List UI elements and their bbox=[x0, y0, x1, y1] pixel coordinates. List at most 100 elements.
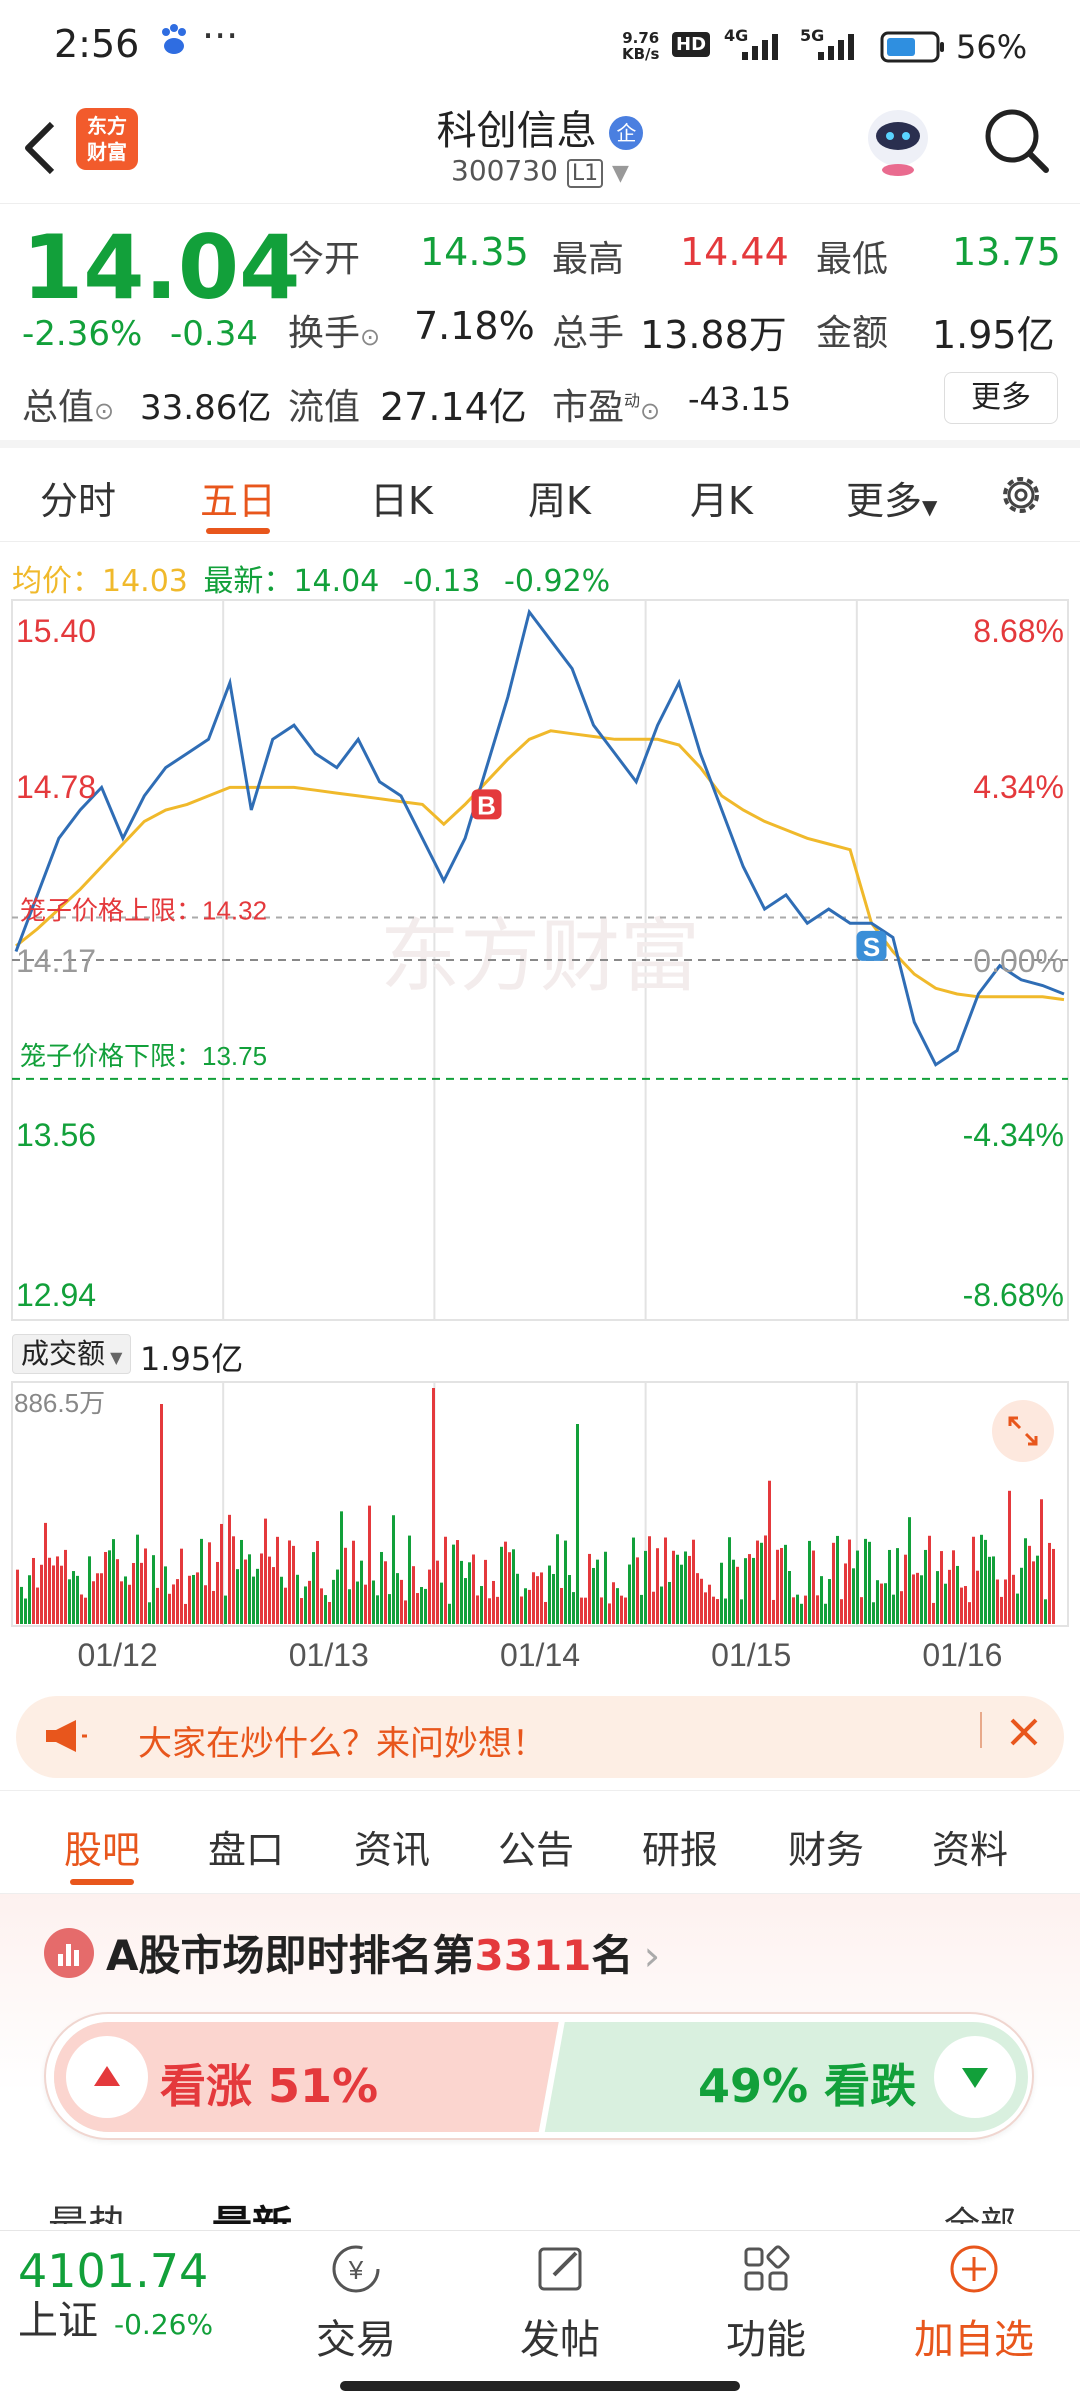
stock-name: 科创信息 bbox=[436, 108, 597, 154]
turnover-value: 7.18% bbox=[414, 304, 535, 348]
y-tick-right: -8.68% bbox=[963, 1277, 1064, 1313]
volume-bar bbox=[600, 1597, 603, 1624]
tab-research[interactable]: 研报 bbox=[642, 1819, 718, 1874]
volume-bar bbox=[468, 1562, 471, 1624]
megaphone-icon bbox=[42, 1716, 88, 1760]
volume-bar bbox=[636, 1557, 639, 1624]
subtab-hot[interactable]: 最热 bbox=[48, 2202, 128, 2224]
volume-selector[interactable]: 成交额 ▼ bbox=[12, 1334, 132, 1374]
five-day-chart[interactable]: 均价：14.03 最新：14.04 -0.13 -0.92% 东方财富 BS 1… bbox=[0, 544, 1080, 1684]
more-button[interactable]: 更多 bbox=[944, 372, 1058, 424]
volume-bar bbox=[1004, 1579, 1007, 1624]
tab-intraday[interactable]: 分时 bbox=[40, 470, 116, 525]
trade-marker-b: B bbox=[471, 789, 502, 820]
volume-bar bbox=[224, 1595, 227, 1624]
high-value: 14.44 bbox=[680, 230, 789, 274]
volume-bar bbox=[424, 1588, 427, 1624]
active-tab-indicator bbox=[206, 528, 270, 534]
search-icon[interactable] bbox=[982, 106, 1052, 180]
volume-bar bbox=[1044, 1599, 1047, 1624]
trade-button[interactable]: ¥ 交易 bbox=[286, 2239, 426, 2365]
volume-bar bbox=[520, 1596, 523, 1624]
volume-bar bbox=[252, 1576, 255, 1624]
tab-profile[interactable]: 资料 bbox=[932, 1819, 1008, 1874]
volume-bar bbox=[1012, 1574, 1015, 1624]
tab-daily-k[interactable]: 日K bbox=[370, 470, 433, 525]
subtab-latest[interactable]: 最新 bbox=[212, 2202, 292, 2224]
volume-bar bbox=[568, 1575, 571, 1624]
index-widget[interactable]: 4101.74 上证 -0.26% bbox=[18, 2245, 213, 2349]
volume-bar bbox=[136, 1534, 139, 1624]
bullish-button[interactable] bbox=[66, 2036, 148, 2118]
volume-bar bbox=[312, 1552, 315, 1624]
volume-bar bbox=[40, 1564, 43, 1624]
subtab-all[interactable]: 全部 bbox=[944, 2202, 1016, 2224]
volume-bar bbox=[560, 1587, 563, 1624]
tab-guba[interactable]: 股吧 bbox=[64, 1819, 140, 1874]
volume-bar bbox=[264, 1518, 267, 1624]
mktcap-label: 总值⊙ bbox=[22, 387, 115, 428]
volume-bar bbox=[464, 1578, 467, 1624]
volume-bar bbox=[488, 1598, 491, 1624]
tab-monthly-k[interactable]: 月K bbox=[690, 470, 753, 525]
volume-bar bbox=[784, 1544, 787, 1624]
volume-bar bbox=[884, 1583, 887, 1624]
volume-bar bbox=[476, 1595, 479, 1624]
y-tick-right: 4.34% bbox=[973, 769, 1064, 805]
tab-weekly-k[interactable]: 周K bbox=[528, 470, 591, 525]
high-label: 最高 bbox=[552, 239, 625, 280]
home-indicator bbox=[340, 2381, 740, 2391]
volume-bar bbox=[780, 1548, 783, 1624]
volume-value: 13.88万 bbox=[640, 313, 787, 357]
function-button[interactable]: 功能 bbox=[696, 2239, 836, 2365]
level-badge: L1 bbox=[566, 159, 604, 188]
x-tick-label: 01/13 bbox=[289, 1637, 369, 1673]
volume-bar bbox=[940, 1551, 943, 1624]
tab-finance[interactable]: 财务 bbox=[788, 1819, 864, 1874]
chart-canvas: 东方财富 B S 15.40 8.68% 14.78 4.34% 14.17 0.00% 13… bbox=[11, 599, 1069, 1673]
volume-bar bbox=[948, 1569, 951, 1624]
tab-news[interactable]: 资讯 bbox=[354, 1819, 430, 1874]
expand-icon[interactable] bbox=[992, 1400, 1054, 1462]
volume-bar bbox=[964, 1586, 967, 1624]
x-tick-label: 01/16 bbox=[922, 1637, 1002, 1673]
battery-percent: 56% bbox=[956, 28, 1028, 66]
volume-bar bbox=[716, 1599, 719, 1624]
close-icon[interactable] bbox=[1004, 1712, 1044, 1756]
tab-pankou[interactable]: 盘口 bbox=[208, 1819, 284, 1874]
rank-text[interactable]: A股市场即时排名第3311名 › bbox=[106, 1922, 660, 1983]
tab-five-day[interactable]: 五日 bbox=[200, 470, 276, 525]
volume-bar bbox=[728, 1537, 731, 1624]
x-tick-label: 01/14 bbox=[500, 1637, 580, 1673]
ask-banner[interactable]: 大家在炒什么？来问妙想！ bbox=[16, 1696, 1064, 1778]
volume-bar bbox=[184, 1603, 187, 1624]
volume-bar bbox=[1000, 1596, 1003, 1624]
bearish-button[interactable] bbox=[934, 2036, 1016, 2118]
volume-bar bbox=[804, 1595, 807, 1624]
volume-bar bbox=[996, 1579, 999, 1624]
volume-bar bbox=[36, 1587, 39, 1624]
post-button[interactable]: 发帖 bbox=[490, 2239, 630, 2365]
volume-bar bbox=[368, 1505, 371, 1624]
stock-code: 300730 bbox=[451, 154, 558, 187]
volume-bar bbox=[48, 1557, 51, 1624]
tab-announcements[interactable]: 公告 bbox=[498, 1819, 574, 1874]
volume-bar bbox=[616, 1588, 619, 1624]
float-cap-value: 27.14亿 bbox=[380, 385, 527, 429]
volume-bar bbox=[528, 1589, 531, 1624]
volume-bar bbox=[912, 1574, 915, 1624]
robot-assistant-icon[interactable] bbox=[862, 100, 934, 184]
tab-more[interactable]: 更多▼ bbox=[846, 470, 937, 525]
volume-bar bbox=[140, 1562, 143, 1624]
sentiment-bar: 看涨 51% 49% 看跌 bbox=[44, 2012, 1034, 2140]
volume-bar bbox=[504, 1541, 507, 1624]
volume-bar bbox=[456, 1540, 459, 1624]
divider bbox=[980, 1712, 982, 1748]
volume-bar bbox=[188, 1575, 191, 1624]
volume-bar bbox=[484, 1559, 487, 1624]
add-watchlist-button[interactable]: 加自选 bbox=[904, 2239, 1044, 2365]
volume-bar bbox=[676, 1554, 679, 1624]
volume-bar bbox=[64, 1549, 67, 1624]
volume-bar bbox=[52, 1565, 55, 1624]
gear-icon[interactable] bbox=[996, 470, 1046, 524]
